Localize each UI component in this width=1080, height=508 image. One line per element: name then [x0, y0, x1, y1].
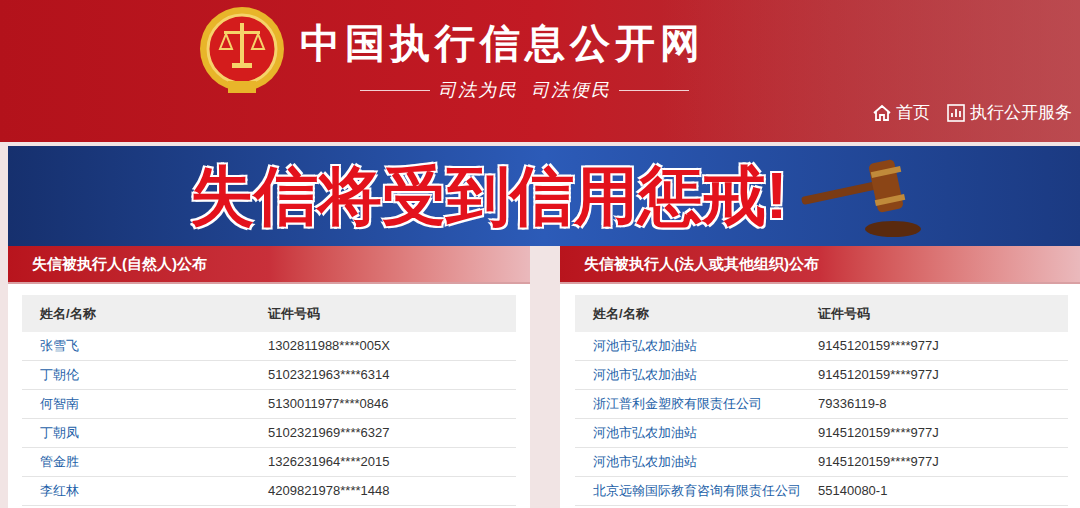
national-emblem-icon[interactable]	[198, 5, 286, 97]
table-row[interactable]: 张雪飞1302811988****005X	[22, 332, 516, 361]
panel-title: 失信被执行人(法人或其他组织)公布	[584, 253, 819, 276]
table-row[interactable]: 浙江普利金塑胶有限责任公司79336119-8	[575, 390, 1068, 419]
banner-text: 失信将受到信用惩戒!	[190, 156, 787, 236]
table-row[interactable]: 河池市弘农加油站9145120159****977J	[575, 361, 1068, 390]
service-label[interactable]: 执行公开服务	[970, 100, 1072, 126]
id-number: 79336119-8	[818, 394, 1068, 414]
column-header: 姓名/名称	[575, 304, 818, 324]
id-number: 5130011977****0846	[268, 394, 516, 414]
table-row[interactable]: 管金胜1326231964****2015	[22, 448, 516, 477]
name-link[interactable]: 李红林	[22, 481, 268, 501]
site-slogan: 司法为民 司法便民	[438, 77, 611, 104]
column-header: 证件号码	[268, 304, 516, 324]
name-link[interactable]: 河池市弘农加油站	[575, 365, 818, 385]
panel-title: 失信被执行人(自然人)公布	[32, 253, 207, 276]
chart-icon	[946, 103, 966, 123]
id-number: 5102321963****6314	[268, 365, 516, 385]
name-link[interactable]: 北京远翰国际教育咨询有限责任公司	[575, 481, 818, 501]
name-link[interactable]: 浙江普利金塑胶有限责任公司	[575, 394, 818, 414]
id-number: 1302811988****005X	[268, 336, 516, 356]
table-row[interactable]: 河池市弘农加油站9145120159****977J	[575, 419, 1068, 448]
id-number: 55140080-1	[818, 481, 1068, 501]
gavel-icon	[795, 151, 925, 241]
name-link[interactable]: 何智南	[22, 394, 268, 414]
table-row[interactable]: 河池市弘农加油站9145120159****977J	[575, 332, 1068, 361]
service-link[interactable]: 执行公开服务	[946, 100, 1072, 126]
name-link[interactable]: 河池市弘农加油站	[575, 336, 818, 356]
table-row[interactable]: 丁朝伦5102321963****6314	[22, 361, 516, 390]
table-row[interactable]: 丁朝凤5102321969****6327	[22, 419, 516, 448]
list-panel: 失信被执行人(法人或其他组织)公布姓名/名称证件号码河池市弘农加油站914512…	[560, 246, 1080, 508]
id-number: 4209821978****1448	[268, 481, 516, 501]
home-label[interactable]: 首页	[896, 100, 930, 126]
table-row[interactable]: 李红林4209821978****1448	[22, 477, 516, 506]
panel-header: 失信被执行人(自然人)公布	[8, 246, 530, 284]
warning-banner: 失信将受到信用惩戒!	[8, 146, 1080, 246]
home-icon	[872, 103, 892, 123]
site-header: 中国执行信息公开网 司法为民 司法便民 首页 执行公开服务	[0, 0, 1080, 142]
id-number: 9145120159****977J	[818, 336, 1068, 356]
name-link[interactable]: 张雪飞	[22, 336, 268, 356]
id-number: 9145120159****977J	[818, 423, 1068, 443]
site-title: 中国执行信息公开网	[300, 19, 705, 67]
column-header: 姓名/名称	[22, 304, 268, 324]
name-link[interactable]: 丁朝伦	[22, 365, 268, 385]
name-link[interactable]: 河池市弘农加油站	[575, 452, 818, 472]
table-row[interactable]: 何智南5130011977****0846	[22, 390, 516, 419]
id-number: 1326231964****2015	[268, 452, 516, 472]
id-number: 5102321969****6327	[268, 423, 516, 443]
id-number: 9145120159****977J	[818, 452, 1068, 472]
name-link[interactable]: 管金胜	[22, 452, 268, 472]
table-row[interactable]: 河池市弘农加油站9145120159****977J	[575, 448, 1068, 477]
column-header: 证件号码	[818, 304, 1068, 324]
name-link[interactable]: 丁朝凤	[22, 423, 268, 443]
table-header: 姓名/名称证件号码	[575, 295, 1068, 332]
table-row[interactable]: 北京远翰国际教育咨询有限责任公司55140080-1	[575, 477, 1068, 506]
list-panel: 失信被执行人(自然人)公布姓名/名称证件号码张雪飞1302811988****0…	[8, 246, 530, 508]
home-link[interactable]: 首页	[872, 100, 930, 126]
table-header: 姓名/名称证件号码	[22, 295, 516, 332]
panel-header: 失信被执行人(法人或其他组织)公布	[560, 246, 1080, 284]
id-number: 9145120159****977J	[818, 365, 1068, 385]
name-link[interactable]: 河池市弘农加油站	[575, 423, 818, 443]
